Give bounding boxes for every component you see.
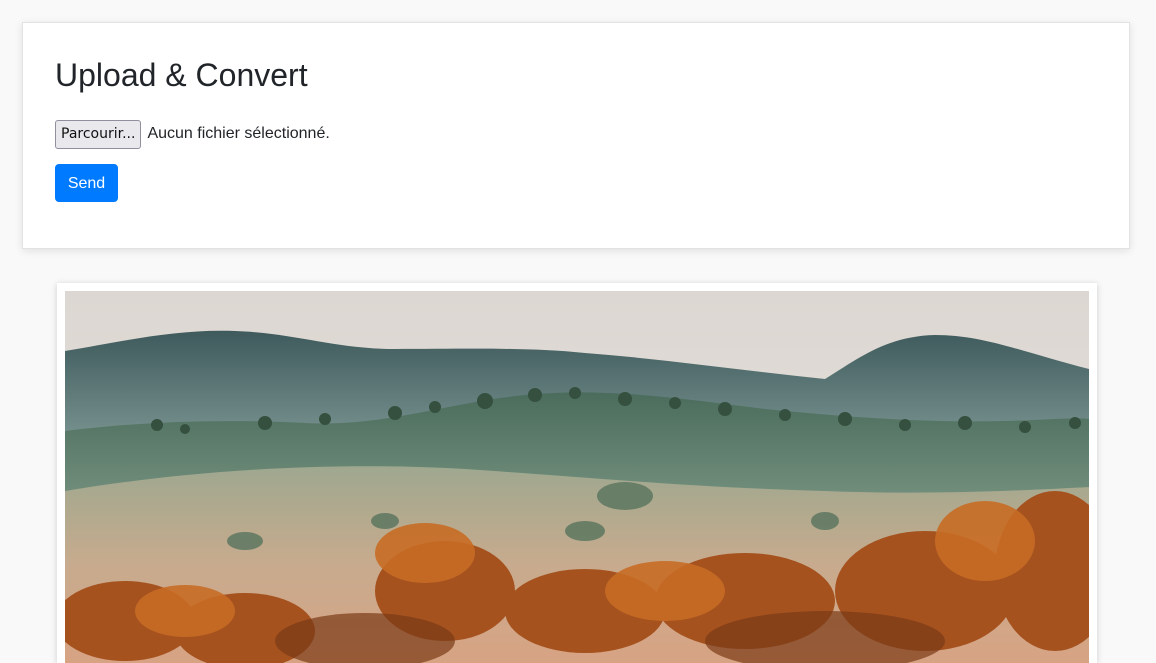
browse-button[interactable]: Parcourir...	[55, 119, 142, 149]
landscape-image	[65, 291, 1089, 663]
file-input[interactable]: Parcourir... Aucun fichier sélectionné.	[55, 119, 330, 149]
image-frame	[57, 283, 1097, 663]
send-button[interactable]: Send	[55, 164, 118, 202]
upload-card: Upload & Convert Parcourir... Aucun fich…	[22, 22, 1130, 249]
file-status-label: Aucun fichier sélectionné.	[147, 125, 330, 142]
page-title: Upload & Convert	[55, 57, 308, 93]
